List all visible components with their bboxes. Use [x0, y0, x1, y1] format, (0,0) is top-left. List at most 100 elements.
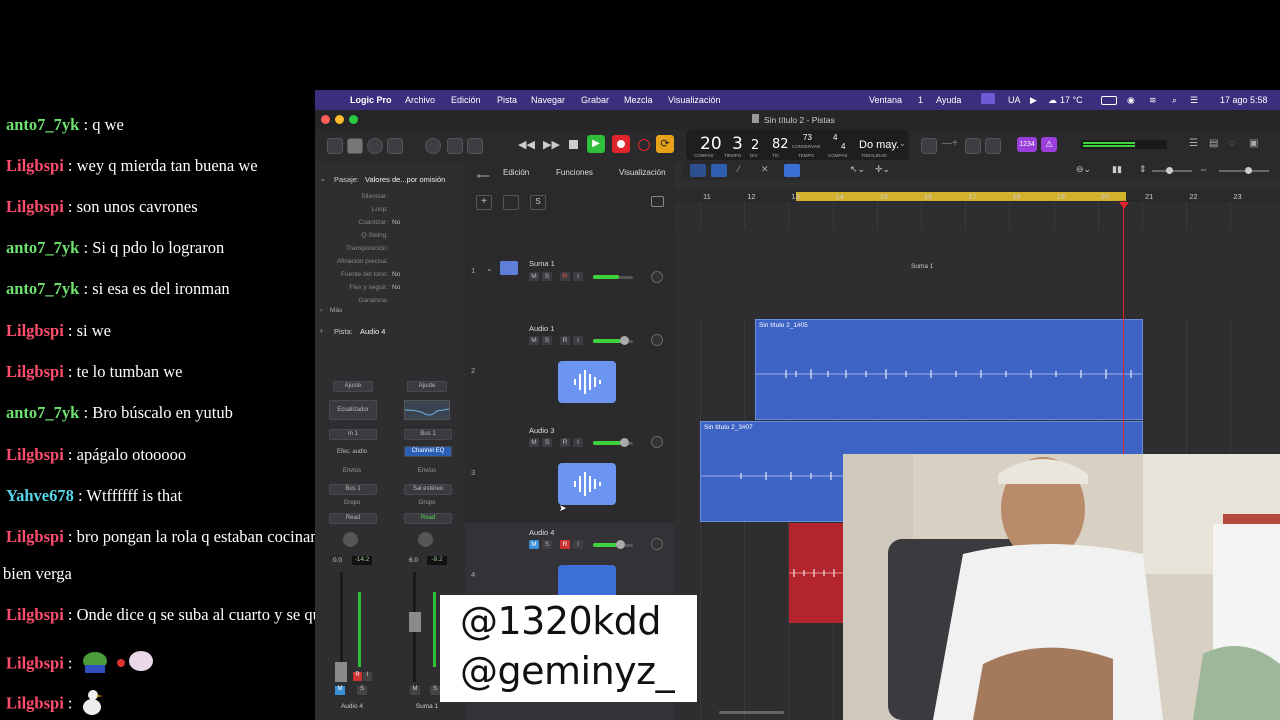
track-header-value[interactable]: Audio 4: [360, 327, 385, 336]
track-header-row[interactable]: 3 Audio 3 M S R I ➤: [465, 421, 674, 524]
count-in-button[interactable]: [985, 138, 1001, 154]
left-input-monitor-button[interactable]: I: [363, 672, 372, 681]
duplicate-track-button[interactable]: [503, 195, 519, 210]
right-automation-button[interactable]: Read: [404, 513, 452, 524]
ruler-bar-number[interactable]: 16: [924, 192, 932, 201]
minimize-window-button[interactable]: [335, 115, 344, 124]
capture-record-icon[interactable]: [638, 139, 650, 151]
right-setting-button[interactable]: Ajuste: [407, 381, 447, 392]
volume-handle[interactable]: [620, 336, 629, 345]
left-sends-label[interactable]: Envíos: [329, 467, 375, 476]
right-group-slot[interactable]: Grupo: [404, 499, 450, 508]
track-name[interactable]: Audio 3: [529, 426, 554, 435]
waveform-zoom-icon[interactable]: ▮▮: [1112, 164, 1122, 175]
vertical-zoom-handle[interactable]: [1166, 167, 1173, 174]
audio-region[interactable]: Sin título 2_1#05: [755, 319, 1143, 420]
view-menu[interactable]: Visualización: [619, 168, 666, 177]
right-mute-button[interactable]: M: [410, 686, 420, 695]
lcd-display[interactable]: 20 3 2 82 73 CONSERVAR 4 4 Do may. COMPÁ…: [686, 130, 909, 160]
menu-archivo[interactable]: Archivo: [405, 95, 435, 105]
track-disclosure-icon[interactable]: ›: [320, 326, 323, 335]
mixer-button[interactable]: [447, 138, 463, 154]
fast-forward-icon[interactable]: ▶▶: [543, 138, 560, 151]
metronome-icon[interactable]: ⚠: [1041, 137, 1057, 152]
left-output-slot[interactable]: Bus 1: [329, 484, 377, 495]
pan-knob[interactable]: [651, 271, 663, 283]
playhead-marker[interactable]: [1119, 202, 1129, 209]
right-plugin-slot[interactable]: Channel EQ: [404, 446, 452, 457]
menu-pista[interactable]: Pista: [497, 95, 517, 105]
back-icon[interactable]: ⟵: [477, 171, 490, 182]
cycle-range[interactable]: [796, 192, 1126, 201]
mute-button[interactable]: M: [529, 336, 539, 345]
solo-button[interactable]: S: [542, 540, 552, 549]
menu-1[interactable]: 1: [918, 95, 923, 105]
right-solo-button[interactable]: S: [430, 686, 440, 695]
pan-knob[interactable]: [651, 436, 663, 448]
vertical-zoom-icon[interactable]: ⇕: [1139, 164, 1147, 175]
ruler-bar-number[interactable]: 23: [1233, 192, 1241, 201]
solo-button[interactable]: S: [542, 438, 552, 447]
quick-help-button[interactable]: [367, 138, 383, 154]
menu-mezcla[interactable]: Mezcla: [624, 95, 653, 105]
mute-button[interactable]: M: [529, 438, 539, 447]
left-audio-fx-label[interactable]: Efec. audio: [329, 448, 375, 457]
mute-button[interactable]: M: [529, 272, 539, 281]
record-button[interactable]: [612, 135, 630, 153]
stop-button[interactable]: [569, 140, 578, 149]
left-solo-button[interactable]: S: [357, 686, 367, 695]
status-datetime[interactable]: 17 ago 5:58: [1220, 95, 1268, 105]
flex-view-icon[interactable]: [711, 164, 727, 177]
horizontal-scrollbar[interactable]: [719, 711, 784, 714]
region-header-value[interactable]: Valores de...por omisión: [365, 175, 445, 184]
mute-button[interactable]: M: [529, 540, 539, 549]
status-play-icon[interactable]: ▶: [1030, 95, 1037, 106]
record-enable-button[interactable]: R: [560, 438, 570, 447]
snap-icon[interactable]: [784, 164, 800, 177]
right-fader-handle[interactable]: [409, 612, 421, 632]
loops-icon[interactable]: ◌: [1229, 138, 1243, 152]
wifi-icon[interactable]: ≋: [1149, 95, 1157, 106]
editors-button[interactable]: [467, 138, 483, 154]
menu-app-name[interactable]: Logic Pro: [350, 95, 392, 105]
menu-visualizacion[interactable]: Visualización: [668, 95, 720, 105]
inspector-param-value[interactable]: No: [392, 284, 400, 291]
left-record-enable-button[interactable]: R: [353, 672, 362, 681]
right-volume-value[interactable]: 6.0: [409, 557, 418, 564]
inspector-button[interactable]: [347, 138, 363, 154]
right-pan-knob[interactable]: [418, 532, 433, 547]
track-name[interactable]: Audio 4: [529, 528, 554, 537]
ruler-bar-number[interactable]: 13: [791, 192, 799, 201]
library-button[interactable]: [327, 138, 343, 154]
menu-ventana[interactable]: Ventana: [869, 95, 902, 105]
weather-icon[interactable]: ☁: [1048, 95, 1057, 106]
ruler[interactable]: 11 12 13 14 15 16 17 18 19 20 21 22 23: [674, 190, 1280, 202]
left-setting-button[interactable]: Ajuste: [333, 381, 373, 392]
pan-knob[interactable]: [651, 538, 663, 550]
left-eq-display[interactable]: Ecualizador: [329, 400, 377, 420]
status-temperature[interactable]: 17 °C: [1060, 95, 1083, 105]
replace-button[interactable]: [921, 138, 937, 154]
folder-disclosure-icon[interactable]: ⌄: [486, 264, 493, 273]
toolbar-button[interactable]: [387, 138, 403, 154]
input-monitor-button[interactable]: I: [573, 272, 583, 281]
right-sends-label[interactable]: Envíos: [404, 467, 450, 476]
record-enable-button[interactable]: R: [560, 540, 570, 549]
inspector-param-value[interactable]: No: [392, 271, 400, 278]
left-mute-button[interactable]: M: [335, 686, 345, 695]
secondary-tool-icon[interactable]: ✛⌄: [875, 164, 890, 175]
track-name[interactable]: Suma 1: [529, 259, 555, 268]
horizontal-zoom-slider[interactable]: [1219, 170, 1269, 172]
ruler-bar-number[interactable]: 18: [1012, 192, 1020, 201]
record-enable-button[interactable]: R: [560, 272, 570, 281]
more-disclosure-icon[interactable]: ›: [320, 307, 322, 314]
region-disclosure-icon[interactable]: ⌄: [320, 175, 326, 183]
pan-knob[interactable]: [651, 334, 663, 346]
ruler-bar-number[interactable]: 14: [836, 192, 844, 201]
automation-icon[interactable]: [690, 164, 706, 177]
record-enable-button[interactable]: R: [560, 336, 570, 345]
volume-handle[interactable]: [616, 540, 625, 549]
solo-button[interactable]: S: [542, 272, 552, 281]
ruler-bar-number[interactable]: 19: [1057, 192, 1065, 201]
track-header-row[interactable]: 2 Audio 1 M S R I: [465, 319, 674, 422]
